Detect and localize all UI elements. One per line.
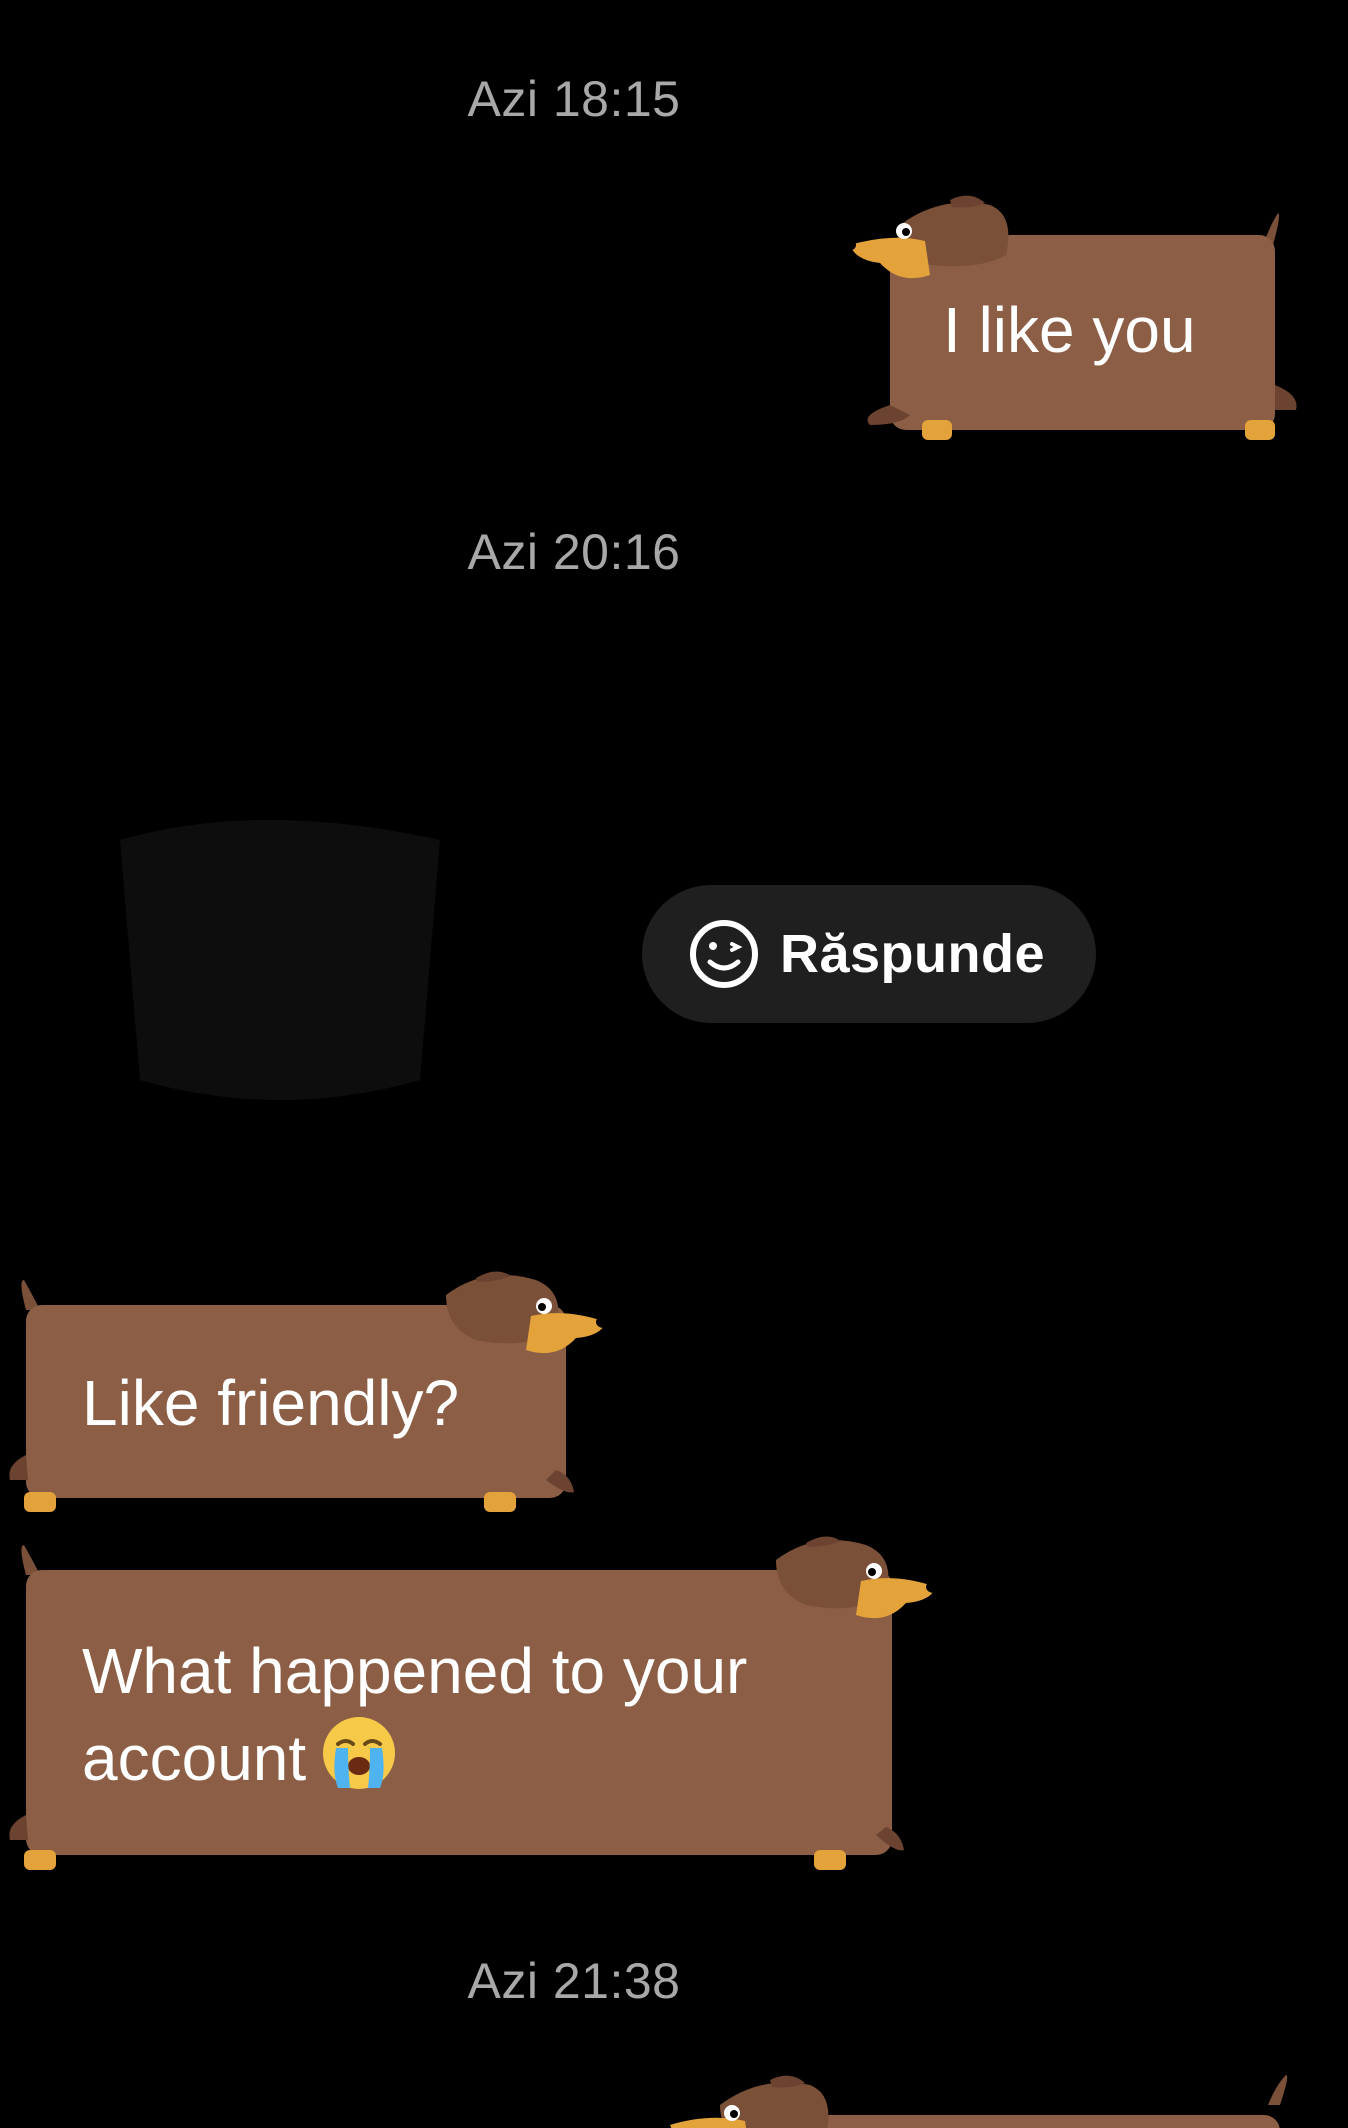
message-text: Like friendly? <box>82 1367 460 1439</box>
timestamp-2: Azi 20:16 <box>467 524 681 580</box>
message-text-line-2: account <box>82 1714 398 1801</box>
faded-sticker-image <box>120 820 440 1100</box>
timestamp-1: Azi 18:15 <box>467 71 681 127</box>
loudly-crying-face-icon <box>323 1717 396 1789</box>
message-text-line-1: What happened to your <box>82 1635 748 1707</box>
message-text: I like you <box>943 294 1196 366</box>
reply-label: Răspunde <box>780 924 1046 984</box>
wink-smile-icon <box>690 920 758 988</box>
timestamp-3: Azi 21:38 <box>467 1953 681 2009</box>
dachshund-bubble-right-partial-icon <box>670 2075 1288 2128</box>
message-text-line-2-label: account <box>82 1722 307 1794</box>
reply-button[interactable]: Răspunde <box>642 885 1096 1023</box>
